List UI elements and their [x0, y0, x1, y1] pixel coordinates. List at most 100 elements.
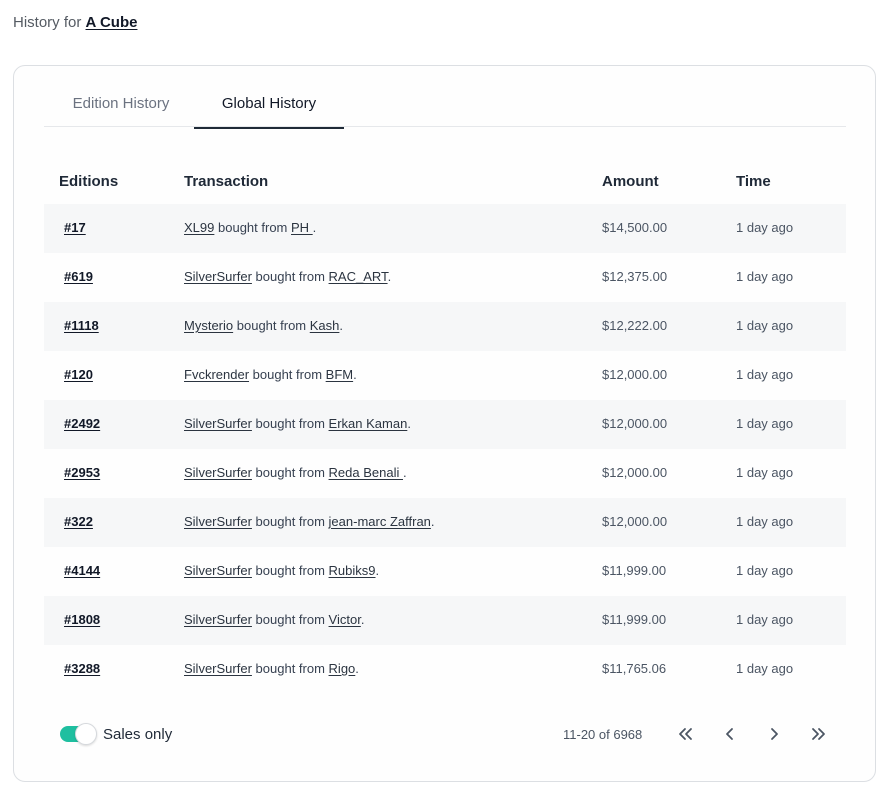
seller-link[interactable]: Erkan Kaman [329, 416, 408, 431]
seller-link[interactable]: Reda Benali [329, 465, 403, 480]
buyer-link[interactable]: SilverSurfer [184, 269, 252, 284]
double-chevron-left-icon [679, 728, 692, 740]
transaction-end: . [403, 465, 407, 480]
transaction-cell: SilverSurfer bought from Victor. [184, 612, 364, 627]
edition-link[interactable]: #619 [64, 269, 93, 284]
table-row: #1118 Mysterio bought from Kash. $12,222.0… [44, 302, 846, 351]
transaction-cell: XL99 bought from PH . [184, 220, 316, 235]
transaction-verb: bought from [218, 220, 288, 235]
transaction-end: . [387, 269, 392, 284]
table-row: #4144 SilverSurfer bought from Rubiks9. $1… [44, 547, 846, 596]
table-row: #17 XL99 bought from PH . $14,500.00 1 day … [44, 204, 846, 253]
amount-cell: $11,765.06 [602, 661, 667, 676]
transaction-cell: SilverSurfer bought from jean-marc Zaffr… [184, 514, 435, 529]
column-header-editions: Editions [59, 173, 119, 190]
seller-link[interactable]: Kash [310, 318, 340, 333]
time-cell: 1 day ago [736, 220, 794, 235]
tab-edition-history[interactable]: Edition History [66, 88, 176, 127]
sales-only-label: Sales only [103, 726, 173, 743]
time-cell: 1 day ago [736, 269, 794, 284]
transaction-cell: Fvckrender bought from BFM. [184, 367, 357, 382]
seller-link[interactable]: Victor [329, 612, 361, 627]
buyer-link[interactable]: SilverSurfer [184, 416, 252, 431]
transaction-verb: bought from [255, 563, 325, 578]
amount-cell: $11,999.00 [602, 563, 667, 578]
first-page-button[interactable] [673, 722, 697, 746]
buyer-link[interactable]: XL99 [184, 220, 214, 235]
previous-page-button[interactable] [718, 722, 742, 746]
buyer-link[interactable]: Mysterio [184, 318, 233, 333]
buyer-link[interactable]: Fvckrender [184, 367, 249, 382]
transaction-end: . [355, 661, 359, 676]
double-chevron-right-icon [812, 728, 825, 740]
edition-link[interactable]: #4144 [64, 563, 100, 578]
amount-cell: $12,000.00 [602, 514, 668, 529]
table-row: #3288 SilverSurfer bought from Rigo. $11,7… [44, 645, 846, 694]
time-cell: 1 day ago [736, 465, 794, 480]
edition-link[interactable]: #3288 [64, 661, 100, 676]
column-header-amount: Amount [602, 173, 659, 190]
buyer-link[interactable]: SilverSurfer [184, 612, 252, 627]
edition-link[interactable]: #1808 [64, 612, 100, 627]
table-row: #619 SilverSurfer bought from RAC_ART. $12… [44, 253, 846, 302]
edition-link[interactable]: #322 [64, 514, 93, 529]
time-cell: 1 day ago [736, 514, 794, 529]
seller-link[interactable]: jean-marc Zaffran [329, 514, 431, 529]
amount-cell: $12,375.00 [602, 269, 668, 284]
transaction-verb: bought from [252, 367, 323, 382]
toggle-knob [75, 723, 97, 745]
seller-link[interactable]: RAC_ART [329, 269, 388, 284]
buyer-link[interactable]: SilverSurfer [184, 514, 252, 529]
buyer-link[interactable]: SilverSurfer [184, 465, 252, 480]
transaction-cell: SilverSurfer bought from Reda Benali . [184, 465, 407, 480]
amount-cell: $12,222.00 [602, 318, 668, 333]
amount-cell: $12,000.00 [602, 416, 668, 431]
page-title: History for A Cube [13, 14, 137, 31]
amount-cell: $12,000.00 [602, 465, 668, 480]
seller-link[interactable]: PH [291, 220, 313, 235]
table-row: #120 Fvckrender bought from BFM. $12,000.0… [44, 351, 846, 400]
transaction-verb: bought from [255, 416, 325, 431]
seller-link[interactable]: BFM [326, 367, 353, 382]
history-card: Edition History Global History Editions … [13, 65, 876, 782]
column-header-transaction: Transaction [184, 173, 269, 190]
transaction-cell: SilverSurfer bought from Erkan Kaman. [184, 416, 411, 431]
active-tab-indicator [194, 127, 344, 129]
transaction-end: . [312, 220, 317, 235]
table-footer: Sales only 11-20 of 6968 [44, 718, 846, 750]
tab-global-history[interactable]: Global History [194, 88, 344, 129]
edition-link[interactable]: #1118 [64, 318, 99, 333]
tab-label: Global History [221, 95, 317, 112]
amount-cell: $11,999.00 [602, 612, 667, 627]
time-cell: 1 day ago [736, 318, 794, 333]
transaction-end: . [360, 612, 365, 627]
next-page-button[interactable] [762, 722, 786, 746]
time-cell: 1 day ago [736, 416, 794, 431]
column-header-time: Time [736, 173, 771, 190]
transaction-end: . [407, 416, 411, 431]
item-name-link[interactable]: A Cube [86, 14, 138, 31]
table-header: Editions Transaction Amount Time [44, 166, 846, 204]
table-row: #2953 SilverSurfer bought from Reda Benal… [44, 449, 846, 498]
seller-link[interactable]: Rigo [329, 661, 356, 676]
page-title-prefix: History for [13, 14, 82, 31]
edition-link[interactable]: #120 [64, 367, 93, 382]
transaction-cell: Mysterio bought from Kash. [184, 318, 343, 333]
buyer-link[interactable]: SilverSurfer [184, 563, 252, 578]
table-body: #17 XL99 bought from PH . $14,500.00 1 day … [44, 204, 846, 694]
seller-link[interactable]: Rubiks9 [329, 563, 376, 578]
table-row: #322 SilverSurfer bought from jean-marc Z… [44, 498, 846, 547]
table-row: #1808 SilverSurfer bought from Victor. $11… [44, 596, 846, 645]
transaction-cell: SilverSurfer bought from RAC_ART. [184, 269, 391, 284]
last-page-button[interactable] [807, 722, 831, 746]
time-cell: 1 day ago [736, 612, 794, 627]
edition-link[interactable]: #17 [64, 220, 86, 235]
chevron-left-icon [726, 728, 733, 740]
transaction-cell: SilverSurfer bought from Rubiks9. [184, 563, 379, 578]
buyer-link[interactable]: SilverSurfer [184, 661, 252, 676]
tab-label: Edition History [72, 95, 170, 112]
sales-only-toggle[interactable] [60, 723, 97, 745]
edition-link[interactable]: #2953 [64, 465, 100, 480]
transaction-verb: bought from [255, 465, 325, 480]
edition-link[interactable]: #2492 [64, 416, 100, 431]
